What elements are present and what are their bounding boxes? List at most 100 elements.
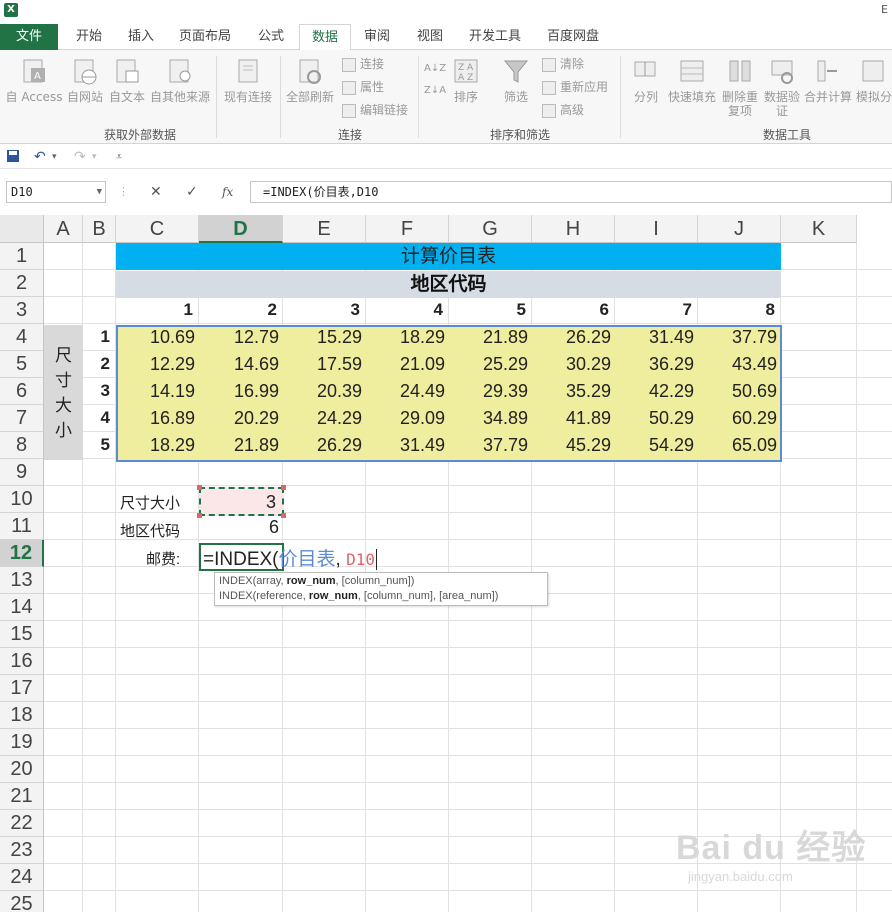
size-input-cell[interactable]: 3 bbox=[199, 487, 284, 516]
row-header-16[interactable]: 16 bbox=[0, 648, 44, 675]
sort-az-button[interactable]: A↓Z Z↓A bbox=[424, 58, 446, 102]
price-cell[interactable]: 18.29 bbox=[116, 435, 195, 456]
row-header-9[interactable]: 9 bbox=[0, 459, 44, 486]
row-header-5[interactable]: 5 bbox=[0, 351, 44, 378]
existing-connections-button[interactable]: 现有连接 bbox=[220, 58, 276, 104]
column-header-j[interactable]: J bbox=[698, 215, 781, 243]
price-cell[interactable]: 18.29 bbox=[366, 327, 445, 348]
text-to-columns-button[interactable]: 分列 bbox=[626, 58, 666, 104]
price-cell[interactable]: 31.49 bbox=[366, 435, 445, 456]
price-cell[interactable]: 30.29 bbox=[532, 354, 611, 375]
remove-duplicates-button[interactable]: 删除重复项 bbox=[718, 58, 762, 118]
tab-page-layout[interactable]: 页面布局 bbox=[170, 24, 240, 50]
tab-view[interactable]: 视图 bbox=[405, 24, 455, 50]
row-header-1[interactable]: 1 bbox=[0, 243, 44, 270]
price-cell[interactable]: 26.29 bbox=[532, 327, 611, 348]
price-cell[interactable]: 65.09 bbox=[698, 435, 777, 456]
tooltip-line-2[interactable]: INDEX(reference, row_num, [column_num], … bbox=[219, 589, 543, 604]
column-header-d[interactable]: D bbox=[199, 215, 283, 243]
row-header-10[interactable]: 10 bbox=[0, 486, 44, 513]
price-cell[interactable]: 15.29 bbox=[283, 327, 362, 348]
price-cell[interactable]: 42.29 bbox=[615, 381, 694, 402]
edit-links-button[interactable]: 编辑链接 bbox=[342, 102, 408, 118]
row-header-2[interactable]: 2 bbox=[0, 270, 44, 297]
column-header-h[interactable]: H bbox=[532, 215, 615, 243]
ref-handle[interactable] bbox=[281, 485, 286, 490]
price-cell[interactable]: 20.29 bbox=[199, 408, 279, 429]
price-cell[interactable]: 41.89 bbox=[532, 408, 611, 429]
select-all-corner[interactable] bbox=[0, 215, 44, 243]
row-header-23[interactable]: 23 bbox=[0, 837, 44, 864]
tab-review[interactable]: 审阅 bbox=[352, 24, 402, 50]
tab-home[interactable]: 开始 bbox=[64, 24, 114, 50]
row-header-6[interactable]: 6 bbox=[0, 378, 44, 405]
advanced-filter-button[interactable]: 高级 bbox=[542, 102, 584, 118]
ref-handle[interactable] bbox=[281, 513, 286, 518]
price-cell[interactable]: 14.19 bbox=[116, 381, 195, 402]
tab-file[interactable]: 文件 bbox=[0, 24, 58, 50]
customize-qat-icon[interactable]: ⩡ bbox=[116, 150, 122, 164]
clear-filter-button[interactable]: 清除 bbox=[542, 56, 584, 72]
price-cell[interactable]: 50.69 bbox=[698, 381, 777, 402]
in-cell-formula[interactable]: =INDEX(价目表, D10 bbox=[203, 544, 383, 571]
row-header-20[interactable]: 20 bbox=[0, 756, 44, 783]
name-box[interactable]: D10 ▼ bbox=[6, 181, 106, 203]
column-header-b[interactable]: B bbox=[83, 215, 116, 243]
price-cell[interactable]: 14.69 bbox=[199, 354, 279, 375]
formula-input[interactable]: =INDEX(价目表,D10 bbox=[250, 181, 892, 203]
column-header-k[interactable]: K bbox=[781, 215, 857, 243]
row-header-17[interactable]: 17 bbox=[0, 675, 44, 702]
tab-baidu-netdisk[interactable]: 百度网盘 bbox=[538, 24, 608, 50]
row-header-12[interactable]: 12 bbox=[0, 540, 44, 567]
price-cell[interactable]: 43.49 bbox=[698, 354, 777, 375]
tab-formulas[interactable]: 公式 bbox=[246, 24, 296, 50]
from-web-button[interactable]: 自网站 bbox=[64, 58, 106, 104]
price-cell[interactable]: 24.49 bbox=[366, 381, 445, 402]
sort-button[interactable]: Z AA Z 排序 bbox=[448, 58, 484, 104]
row-header-22[interactable]: 22 bbox=[0, 810, 44, 837]
price-cell[interactable]: 31.49 bbox=[615, 327, 694, 348]
what-if-button[interactable]: 模拟分 bbox=[856, 58, 892, 104]
column-header-e[interactable]: E bbox=[283, 215, 366, 243]
redo-icon[interactable]: ↷ bbox=[74, 149, 86, 165]
price-cell[interactable]: 16.89 bbox=[116, 408, 195, 429]
chevron-down-icon[interactable]: ▼ bbox=[97, 182, 102, 202]
price-cell[interactable]: 37.79 bbox=[698, 327, 777, 348]
price-cell[interactable]: 37.79 bbox=[449, 435, 528, 456]
price-cell[interactable]: 21.89 bbox=[449, 327, 528, 348]
tab-developer[interactable]: 开发工具 bbox=[460, 24, 530, 50]
tab-data[interactable]: 数据 bbox=[299, 24, 351, 51]
row-header-25[interactable]: 25 bbox=[0, 891, 44, 912]
price-cell[interactable]: 45.29 bbox=[532, 435, 611, 456]
row-header-3[interactable]: 3 bbox=[0, 297, 44, 324]
enter-check-icon[interactable]: ✓ bbox=[186, 181, 198, 203]
price-cell[interactable]: 29.39 bbox=[449, 381, 528, 402]
column-header-g[interactable]: G bbox=[449, 215, 532, 243]
price-cell[interactable]: 29.09 bbox=[366, 408, 445, 429]
row-header-4[interactable]: 4 bbox=[0, 324, 44, 351]
price-cell[interactable]: 60.29 bbox=[698, 408, 777, 429]
row-header-8[interactable]: 8 bbox=[0, 432, 44, 459]
function-tooltip[interactable]: INDEX(array, row_num, [column_num]) INDE… bbox=[214, 572, 548, 606]
price-cell[interactable]: 35.29 bbox=[532, 381, 611, 402]
data-validation-button[interactable]: 数据验证 bbox=[762, 58, 802, 118]
row-header-13[interactable]: 13 bbox=[0, 567, 44, 594]
price-cell[interactable]: 34.89 bbox=[449, 408, 528, 429]
redo-dropdown-icon[interactable]: ▾ bbox=[92, 152, 97, 162]
price-cell[interactable]: 21.09 bbox=[366, 354, 445, 375]
cancel-icon[interactable]: ✕ bbox=[150, 181, 162, 203]
reapply-button[interactable]: 重新应用 bbox=[542, 79, 608, 95]
row-header-11[interactable]: 11 bbox=[0, 513, 44, 540]
price-cell[interactable]: 16.99 bbox=[199, 381, 279, 402]
from-other-sources-button[interactable]: 自其他来源 bbox=[148, 58, 212, 104]
row-header-19[interactable]: 19 bbox=[0, 729, 44, 756]
price-cell[interactable]: 24.29 bbox=[283, 408, 362, 429]
row-header-21[interactable]: 21 bbox=[0, 783, 44, 810]
insert-function-icon[interactable]: fx bbox=[222, 181, 233, 203]
worksheet-grid[interactable]: ABCDEFGHIJK 1 2 3 4 5 6 7 8 9 10 11 12 13 14 15 16 17 18 1… bbox=[0, 215, 892, 912]
consolidate-button[interactable]: 合并计算 bbox=[802, 58, 854, 104]
tooltip-line-1[interactable]: INDEX(array, row_num, [column_num]) bbox=[219, 574, 543, 589]
price-cell[interactable]: 12.29 bbox=[116, 354, 195, 375]
properties-button[interactable]: 属性 bbox=[342, 79, 384, 95]
region-input-value[interactable]: 6 bbox=[199, 517, 279, 538]
